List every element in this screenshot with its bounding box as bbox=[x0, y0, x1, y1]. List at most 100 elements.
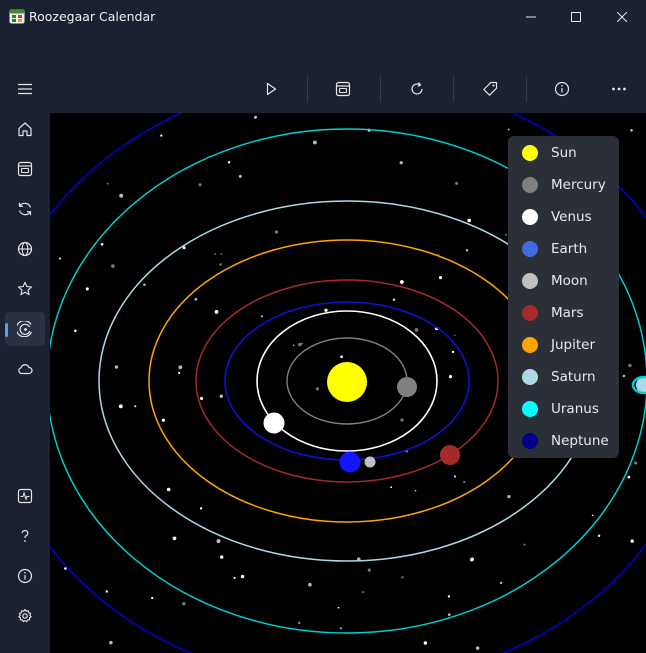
star bbox=[240, 574, 245, 579]
star bbox=[118, 404, 123, 409]
star bbox=[194, 297, 198, 301]
legend-label: Jupiter bbox=[551, 337, 596, 353]
star bbox=[106, 182, 109, 185]
legend-color-swatch bbox=[522, 241, 538, 257]
legend-color-swatch bbox=[522, 209, 538, 225]
legend-color-swatch bbox=[522, 369, 538, 385]
calendar-icon bbox=[17, 161, 33, 177]
star bbox=[367, 568, 371, 572]
star bbox=[308, 582, 312, 587]
content-area: Sun Mercury Venus Earth Moon Mars Jupite… bbox=[50, 66, 646, 653]
star bbox=[114, 365, 119, 369]
sidebar-item-menu[interactable] bbox=[5, 72, 45, 106]
sidebar-item-settings[interactable] bbox=[5, 599, 45, 633]
sidebar bbox=[0, 66, 50, 653]
legend-label: Neptune bbox=[551, 433, 609, 449]
play-icon bbox=[266, 82, 277, 96]
sidebar-item-home[interactable] bbox=[5, 112, 45, 146]
star bbox=[453, 475, 457, 478]
sidebar-item-converter[interactable] bbox=[5, 192, 45, 226]
toolbar-separator bbox=[380, 76, 381, 102]
globe-icon bbox=[17, 241, 33, 257]
star bbox=[274, 230, 279, 234]
star-icon bbox=[17, 281, 33, 296]
tag-icon bbox=[483, 81, 498, 96]
sidebar-item-weather[interactable] bbox=[5, 352, 45, 386]
sidebar-item-world[interactable] bbox=[5, 232, 45, 266]
star bbox=[523, 543, 526, 546]
sidebar-item-help[interactable] bbox=[5, 519, 45, 553]
legend-item: Sun bbox=[522, 142, 577, 164]
star bbox=[475, 646, 480, 650]
star bbox=[253, 115, 258, 119]
window-title: Roozegaar Calendar bbox=[29, 9, 156, 24]
star bbox=[362, 591, 365, 594]
hamburger-icon bbox=[18, 83, 32, 95]
sidebar-item-calendar[interactable] bbox=[5, 152, 45, 186]
star bbox=[111, 264, 115, 268]
legend-color-swatch bbox=[522, 401, 538, 417]
toolbar-separator bbox=[307, 76, 308, 102]
more-icon bbox=[612, 87, 626, 91]
star bbox=[499, 581, 503, 585]
star bbox=[220, 555, 224, 559]
legend-item: Earth bbox=[522, 238, 587, 260]
minimize-button[interactable] bbox=[508, 0, 554, 34]
star bbox=[392, 298, 396, 302]
star bbox=[214, 310, 219, 314]
star bbox=[455, 181, 459, 185]
pulse-icon bbox=[17, 488, 33, 504]
star bbox=[324, 308, 328, 312]
refresh-icon bbox=[18, 202, 32, 216]
star bbox=[630, 539, 634, 543]
legend-item: Moon bbox=[522, 270, 588, 292]
sidebar-item-about[interactable] bbox=[5, 559, 45, 593]
sidebar-item-activity[interactable] bbox=[5, 479, 45, 513]
moon bbox=[364, 456, 376, 468]
star bbox=[119, 193, 124, 198]
star bbox=[340, 355, 343, 359]
legend-label: Earth bbox=[551, 241, 588, 257]
orbit-icon bbox=[17, 321, 33, 337]
calendar-button[interactable] bbox=[320, 72, 366, 106]
sidebar-item-solar-system[interactable] bbox=[5, 312, 45, 346]
star bbox=[220, 253, 223, 255]
legend-color-swatch bbox=[522, 433, 538, 449]
star bbox=[390, 486, 392, 489]
star bbox=[227, 161, 231, 164]
info-button[interactable] bbox=[539, 72, 585, 106]
venus bbox=[263, 412, 285, 434]
star bbox=[597, 534, 601, 538]
star bbox=[453, 334, 456, 337]
star bbox=[172, 536, 177, 541]
star bbox=[161, 418, 166, 422]
star bbox=[178, 365, 183, 370]
legend-color-swatch bbox=[522, 337, 538, 353]
info-icon bbox=[17, 568, 33, 584]
star bbox=[339, 627, 342, 630]
star bbox=[166, 487, 171, 492]
star bbox=[74, 329, 77, 333]
star bbox=[315, 387, 319, 391]
calendar-app-icon bbox=[9, 8, 25, 24]
close-button[interactable] bbox=[599, 0, 645, 34]
home-icon bbox=[18, 122, 32, 137]
toolbar-separator bbox=[526, 76, 527, 102]
tag-button[interactable] bbox=[467, 72, 513, 106]
star bbox=[301, 342, 303, 345]
star bbox=[414, 328, 419, 332]
planet-legend: Sun Mercury Venus Earth Moon Mars Jupite… bbox=[508, 136, 619, 458]
legend-label: Moon bbox=[551, 273, 588, 289]
legend-label: Mars bbox=[551, 305, 584, 321]
more-button[interactable] bbox=[596, 72, 642, 106]
star bbox=[465, 248, 469, 252]
maximize-button[interactable] bbox=[553, 0, 599, 34]
play-button[interactable] bbox=[248, 72, 294, 106]
sidebar-item-favorites[interactable] bbox=[5, 272, 45, 306]
legend-label: Saturn bbox=[551, 369, 596, 385]
legend-item: Mercury bbox=[522, 174, 606, 196]
refresh-button[interactable] bbox=[394, 72, 440, 106]
star bbox=[260, 315, 263, 318]
mercury bbox=[397, 377, 417, 397]
star bbox=[399, 280, 404, 284]
